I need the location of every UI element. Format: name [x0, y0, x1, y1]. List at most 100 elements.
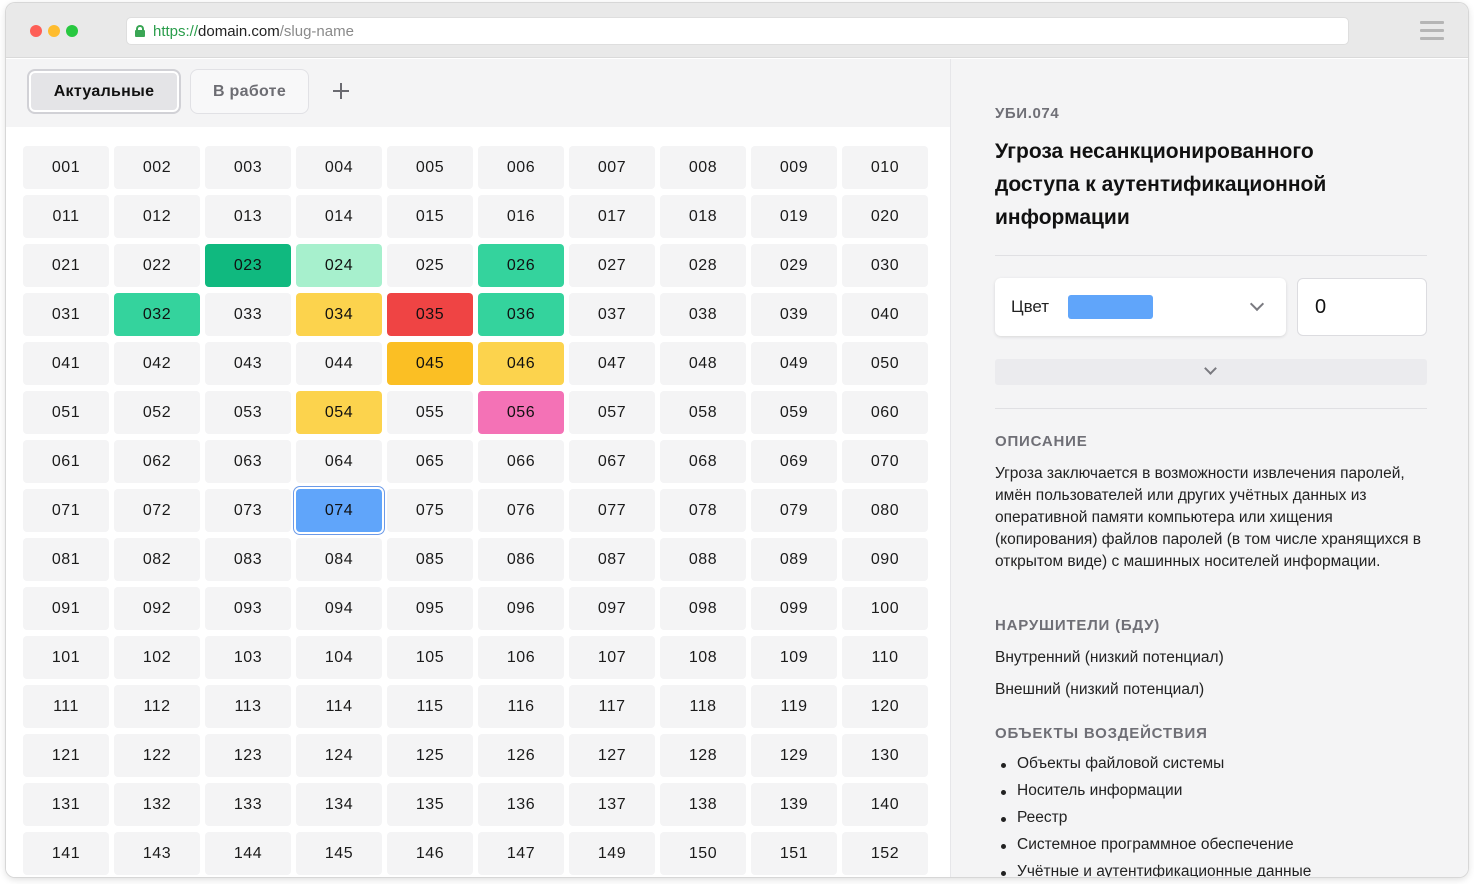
threat-cell[interactable]: 117 — [569, 685, 655, 728]
threat-cell[interactable]: 110 — [842, 636, 928, 679]
threat-cell[interactable]: 063 — [205, 440, 291, 483]
threat-cell[interactable]: 012 — [114, 195, 200, 238]
threat-cell[interactable]: 067 — [569, 440, 655, 483]
threat-cell[interactable]: 141 — [23, 832, 109, 875]
threat-cell[interactable]: 116 — [478, 685, 564, 728]
threat-cell[interactable]: 030 — [842, 244, 928, 287]
threat-cell[interactable]: 071 — [23, 489, 109, 532]
threat-cell[interactable]: 102 — [114, 636, 200, 679]
hamburger-menu-icon[interactable] — [1420, 21, 1444, 40]
threat-cell[interactable]: 082 — [114, 538, 200, 581]
threat-cell[interactable]: 140 — [842, 783, 928, 826]
threat-cell[interactable]: 064 — [296, 440, 382, 483]
threat-cell[interactable]: 054 — [296, 391, 382, 434]
threat-cell[interactable]: 092 — [114, 587, 200, 630]
threat-cell[interactable]: 101 — [23, 636, 109, 679]
threat-cell[interactable]: 081 — [23, 538, 109, 581]
threat-cell[interactable]: 057 — [569, 391, 655, 434]
threat-cell[interactable]: 125 — [387, 734, 473, 777]
threat-cell[interactable]: 023 — [205, 244, 291, 287]
threat-cell[interactable]: 109 — [751, 636, 837, 679]
add-tab-icon[interactable] — [329, 79, 353, 103]
threat-cell[interactable]: 004 — [296, 146, 382, 189]
expand-toggle[interactable] — [995, 359, 1427, 385]
threat-cell[interactable]: 126 — [478, 734, 564, 777]
number-input[interactable]: 0 — [1297, 278, 1427, 336]
threat-cell[interactable]: 103 — [205, 636, 291, 679]
threat-cell[interactable]: 069 — [751, 440, 837, 483]
threat-cell[interactable]: 128 — [660, 734, 746, 777]
threat-cell[interactable]: 072 — [114, 489, 200, 532]
threat-cell[interactable]: 119 — [751, 685, 837, 728]
threat-cell[interactable]: 051 — [23, 391, 109, 434]
threat-cell[interactable]: 029 — [751, 244, 837, 287]
threat-cell[interactable]: 090 — [842, 538, 928, 581]
threat-cell[interactable]: 034 — [296, 293, 382, 336]
threat-cell[interactable]: 037 — [569, 293, 655, 336]
threat-cell[interactable]: 038 — [660, 293, 746, 336]
threat-cell[interactable]: 096 — [478, 587, 564, 630]
threat-cell[interactable]: 019 — [751, 195, 837, 238]
threat-cell[interactable]: 136 — [478, 783, 564, 826]
threat-cell[interactable]: 013 — [205, 195, 291, 238]
threat-cell[interactable]: 035 — [387, 293, 473, 336]
threat-cell[interactable]: 131 — [23, 783, 109, 826]
threat-cell[interactable]: 045 — [387, 342, 473, 385]
threat-cell[interactable]: 009 — [751, 146, 837, 189]
threat-cell[interactable]: 112 — [114, 685, 200, 728]
threat-cell[interactable]: 070 — [842, 440, 928, 483]
threat-cell[interactable]: 098 — [660, 587, 746, 630]
threat-cell[interactable]: 008 — [660, 146, 746, 189]
threat-cell[interactable]: 097 — [569, 587, 655, 630]
threat-cell[interactable]: 015 — [387, 195, 473, 238]
threat-cell[interactable]: 087 — [569, 538, 655, 581]
threat-cell[interactable]: 149 — [569, 832, 655, 875]
threat-cell[interactable]: 089 — [751, 538, 837, 581]
threat-cell[interactable]: 139 — [751, 783, 837, 826]
threat-cell[interactable]: 062 — [114, 440, 200, 483]
threat-cell[interactable]: 127 — [569, 734, 655, 777]
tab-in-progress[interactable]: В работе — [190, 69, 309, 114]
threat-cell[interactable]: 150 — [660, 832, 746, 875]
threat-cell[interactable]: 007 — [569, 146, 655, 189]
threat-cell[interactable]: 135 — [387, 783, 473, 826]
threat-cell[interactable]: 042 — [114, 342, 200, 385]
threat-cell[interactable]: 080 — [842, 489, 928, 532]
threat-cell[interactable]: 107 — [569, 636, 655, 679]
threat-cell[interactable]: 094 — [296, 587, 382, 630]
minimize-window-button[interactable] — [48, 25, 60, 37]
threat-cell[interactable]: 083 — [205, 538, 291, 581]
threat-cell[interactable]: 078 — [660, 489, 746, 532]
color-select[interactable]: Цвет — [995, 278, 1286, 336]
threat-cell[interactable]: 114 — [296, 685, 382, 728]
threat-cell[interactable]: 118 — [660, 685, 746, 728]
threat-cell[interactable]: 074 — [296, 489, 382, 532]
threat-cell[interactable]: 056 — [478, 391, 564, 434]
threat-cell[interactable]: 028 — [660, 244, 746, 287]
threat-cell[interactable]: 144 — [205, 832, 291, 875]
threat-cell[interactable]: 016 — [478, 195, 564, 238]
threat-cell[interactable]: 005 — [387, 146, 473, 189]
threat-cell[interactable]: 146 — [387, 832, 473, 875]
threat-cell[interactable]: 021 — [23, 244, 109, 287]
threat-cell[interactable]: 049 — [751, 342, 837, 385]
threat-cell[interactable]: 113 — [205, 685, 291, 728]
threat-cell[interactable]: 077 — [569, 489, 655, 532]
threat-cell[interactable]: 053 — [205, 391, 291, 434]
threat-cell[interactable]: 043 — [205, 342, 291, 385]
threat-cell[interactable]: 014 — [296, 195, 382, 238]
threat-cell[interactable]: 006 — [478, 146, 564, 189]
threat-cell[interactable]: 048 — [660, 342, 746, 385]
threat-cell[interactable]: 138 — [660, 783, 746, 826]
address-bar[interactable]: https://domain.com/slug-name — [126, 17, 1349, 45]
threat-cell[interactable]: 123 — [205, 734, 291, 777]
threat-cell[interactable]: 075 — [387, 489, 473, 532]
threat-cell[interactable]: 086 — [478, 538, 564, 581]
threat-cell[interactable]: 137 — [569, 783, 655, 826]
threat-cell[interactable]: 105 — [387, 636, 473, 679]
threat-cell[interactable]: 059 — [751, 391, 837, 434]
threat-cell[interactable]: 151 — [751, 832, 837, 875]
threat-cell[interactable]: 025 — [387, 244, 473, 287]
threat-cell[interactable]: 022 — [114, 244, 200, 287]
threat-cell[interactable]: 073 — [205, 489, 291, 532]
